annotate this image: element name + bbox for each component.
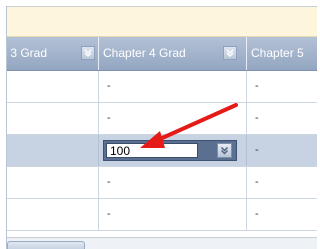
table-row[interactable]: - - xyxy=(7,71,317,103)
grade-cell[interactable]: - xyxy=(99,167,247,198)
grade-cell[interactable]: - xyxy=(99,199,247,230)
grade-cell[interactable]: - xyxy=(247,167,317,198)
grade-editor[interactable] xyxy=(103,140,237,161)
column-header-chapter-3-grade[interactable]: r 3 Grad xyxy=(6,37,99,70)
grade-cell[interactable] xyxy=(7,167,99,198)
column-header-label: r 3 Grad xyxy=(6,46,48,60)
toolbar-strip xyxy=(7,7,317,37)
grade-cell[interactable]: - xyxy=(247,135,317,166)
grade-cell[interactable] xyxy=(7,199,99,230)
grade-cell[interactable]: - xyxy=(247,71,317,102)
column-menu-icon[interactable] xyxy=(81,46,95,60)
column-header-chapter-4-grade[interactable]: Chapter 4 Grad xyxy=(99,37,247,70)
table-row[interactable]: - - xyxy=(7,199,317,231)
grid-header: r 3 Grad Chapter 4 Grad Chapter 5 xyxy=(7,37,317,71)
table-row-selected[interactable]: - xyxy=(7,135,317,167)
grid-body: - - - - - - - - - xyxy=(7,71,317,231)
grade-cell[interactable] xyxy=(7,103,99,134)
grade-input[interactable] xyxy=(106,143,198,158)
grade-cell[interactable]: - xyxy=(99,71,247,102)
grade-cell[interactable]: - xyxy=(99,103,247,134)
grade-cell[interactable] xyxy=(7,71,99,102)
grade-grid-panel: r 3 Grad Chapter 4 Grad Chapter 5 - - - … xyxy=(6,6,317,249)
dropdown-toggle-icon[interactable] xyxy=(217,143,232,158)
grid-footer xyxy=(7,237,317,249)
column-header-label: Chapter 5 xyxy=(251,46,304,60)
table-row[interactable]: - - xyxy=(7,103,317,135)
column-menu-icon[interactable] xyxy=(223,46,237,60)
grade-cell[interactable]: - xyxy=(247,103,317,134)
column-header-chapter-5-grade[interactable]: Chapter 5 xyxy=(247,37,317,70)
column-header-label: Chapter 4 Grad xyxy=(103,46,186,60)
table-row[interactable]: - - xyxy=(7,167,317,199)
grade-cell[interactable] xyxy=(7,135,99,166)
grade-cell[interactable]: - xyxy=(247,199,317,230)
